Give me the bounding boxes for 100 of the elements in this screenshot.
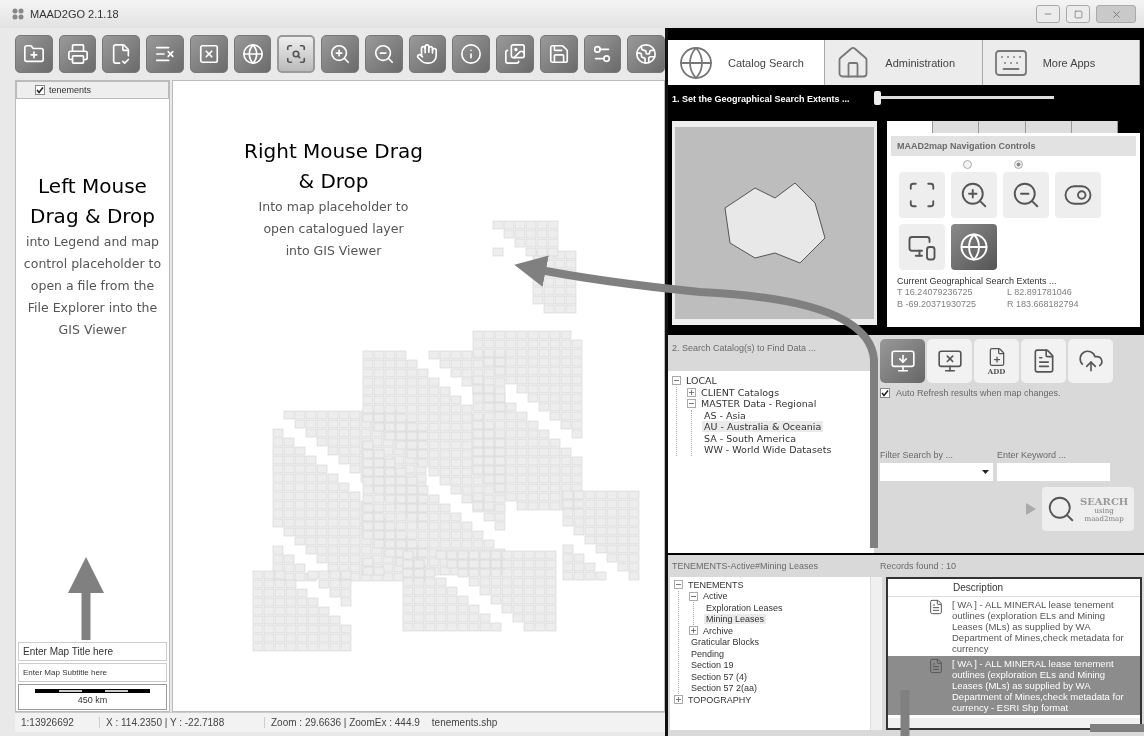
tree-item[interactable]: SA - South America xyxy=(702,432,798,444)
map-title-field[interactable]: Enter Map Title here xyxy=(18,642,167,661)
map-view[interactable]: Right Mouse Drag & Drop Into map placeholder to open catalogued layer into GIS Viewer xyxy=(172,80,665,712)
table-cell-text: [ WA ] - ALL MINERAL lease tenement outlines (exploration ELs and Mining Leases (MLs) as supplied by WA Department of Mines,check metadata for currency xyxy=(952,599,1125,654)
collapse-icon[interactable] xyxy=(689,591,698,601)
radio-button[interactable] xyxy=(963,159,972,169)
scrollbar[interactable] xyxy=(888,718,1140,728)
status-text: X : 114.2350 | Y : -22.7188 xyxy=(100,717,265,728)
tree-item[interactable]: Section 57 (4) xyxy=(689,671,750,682)
tree-item[interactable]: Active xyxy=(701,591,730,602)
monitor-import-icon xyxy=(889,348,916,374)
field-label: Filter Search by ... xyxy=(880,450,955,460)
images-icon xyxy=(503,43,526,65)
status-text: Zoom : 29.6636 | ZoomEx : 444.9 xyxy=(270,717,421,728)
document-icon xyxy=(928,658,944,674)
save-icon xyxy=(547,43,570,65)
checkbox-label: Auto Refresh results when map changes. xyxy=(896,388,1061,398)
nav-button[interactable] xyxy=(1055,172,1101,218)
printer-icon xyxy=(66,43,89,65)
records-count: Records found : 10 xyxy=(880,561,957,571)
tab[interactable]: Administration xyxy=(825,40,983,85)
section-title: TENEMENTS-Active#Mining Leases xyxy=(671,561,820,571)
section-title: 1. Set the Geographical Search Extents ... xyxy=(672,93,850,104)
catalog-tool-button[interactable] xyxy=(927,339,972,383)
catalog-tool-button[interactable] xyxy=(1021,339,1066,383)
zoom-box-icon xyxy=(285,43,308,65)
nav-button[interactable] xyxy=(1003,172,1049,218)
nav-button[interactable] xyxy=(951,172,997,218)
tree-item[interactable]: Archive xyxy=(701,625,735,636)
tree-item[interactable]: TENEMENTS xyxy=(686,579,746,590)
tree-item[interactable]: WW - World Wide Datasets xyxy=(702,444,834,456)
column-header[interactable]: Description xyxy=(953,582,1004,593)
globe-pin-icon xyxy=(678,44,714,81)
auto-refresh-checkbox[interactable] xyxy=(880,388,890,398)
tree-item[interactable]: LOCAL xyxy=(684,375,719,387)
zoom-out-icon xyxy=(372,43,395,65)
scale-bar: 450 km xyxy=(18,684,167,710)
maximize-icon xyxy=(1073,9,1083,19)
globe-icon xyxy=(959,232,989,262)
field-label: Enter Keyword ... xyxy=(997,450,1068,460)
extent-value: R 183.668182794 xyxy=(1007,298,1080,310)
nav-button[interactable] xyxy=(899,224,945,270)
catalog-tool-button[interactable] xyxy=(880,339,925,383)
expand-icon[interactable] xyxy=(674,695,683,705)
slider-thumb[interactable] xyxy=(873,91,881,105)
tree-item[interactable]: MASTER Data - Regional xyxy=(699,398,819,410)
tree-item[interactable]: Pending xyxy=(689,648,727,659)
tree-item[interactable]: Exploration Leases xyxy=(704,602,785,613)
status-text: 1:13926692 xyxy=(15,717,100,728)
extent-value: B -69.20371930725 xyxy=(897,298,978,310)
caret-icon xyxy=(982,470,989,474)
extent-value: T 16.24079236725 xyxy=(897,286,974,298)
toolbar-button[interactable] xyxy=(627,35,666,73)
annotation-text: Into map placeholder to open catalogued layer into GIS Viewer xyxy=(257,198,410,260)
tab[interactable]: More Apps xyxy=(982,40,1140,85)
layer-checkbox[interactable] xyxy=(35,85,45,95)
document-icon xyxy=(928,599,944,615)
tree-item[interactable]: AS - Asia xyxy=(702,409,748,421)
annotation-title: Left Mouse Drag & Drop xyxy=(29,173,156,230)
table-cell-text: [ WA ] - ALL MINERAL lease tenement outlines (exploration ELs and Mining Leases (MLs) as supplied by WA Department of Mines,check metadata for currency - ESRI Shp format xyxy=(952,658,1125,713)
zoom-out-icon xyxy=(1011,180,1041,210)
zoom-in-icon xyxy=(329,43,351,65)
nav-button[interactable] xyxy=(951,224,997,270)
tab[interactable]: Catalog Search xyxy=(668,40,826,85)
section-title: 2. Search Catalog(s) to Find Data ... xyxy=(672,343,817,355)
toolbar-button[interactable] xyxy=(277,35,316,73)
extent-value: L 82.891781046 xyxy=(1007,286,1073,298)
tree-item[interactable]: CLIENT Catalogs xyxy=(699,386,782,398)
tree-item[interactable]: TOPOGRAPHY xyxy=(686,694,754,705)
tree-item[interactable]: AU - Australia & Oceania xyxy=(702,421,824,433)
catalog-tool-button[interactable] xyxy=(1068,339,1113,383)
tree-item[interactable]: Section 19 xyxy=(689,660,736,671)
map-subtitle-field[interactable]: Enter Map Subtitle here xyxy=(18,663,167,682)
keyword-field[interactable] xyxy=(997,463,1110,481)
extents-label: Current Geographical Search Extents ... xyxy=(896,276,1058,286)
radio-button[interactable] xyxy=(1014,159,1023,169)
status-text: tenements.shp xyxy=(430,717,499,728)
monitor-remove-icon xyxy=(936,348,963,374)
annotation-text: into Legend and map control placeholder to open a file from the File Explorer into the GIS Viewer xyxy=(22,233,163,339)
info-icon xyxy=(460,43,483,65)
remove-icon xyxy=(197,43,220,65)
tree-item[interactable]: Section 57 2(aa) xyxy=(689,683,760,694)
app-logo-icon xyxy=(12,8,24,20)
tree-item[interactable]: Graticular Blocks xyxy=(689,637,762,648)
close-icon xyxy=(1110,8,1122,20)
legend-layer[interactable]: tenements xyxy=(16,81,169,99)
collapse-icon[interactable] xyxy=(674,580,683,590)
tree-item[interactable]: Mining Leases xyxy=(704,614,767,625)
annotation-title: Right Mouse Drag & Drop xyxy=(243,138,424,195)
collapse-icon[interactable] xyxy=(687,399,696,409)
folder-plus-icon xyxy=(22,43,45,65)
expand-icon[interactable] xyxy=(687,387,696,397)
expand-icon[interactable] xyxy=(689,626,698,636)
scrollbar[interactable] xyxy=(870,577,882,730)
collapse-icon[interactable] xyxy=(672,376,681,386)
globe-icon xyxy=(241,43,264,65)
map-preview[interactable] xyxy=(672,121,877,325)
nav-button[interactable] xyxy=(899,172,945,218)
hand-icon xyxy=(416,43,439,65)
layer-label: tenements xyxy=(49,85,92,95)
